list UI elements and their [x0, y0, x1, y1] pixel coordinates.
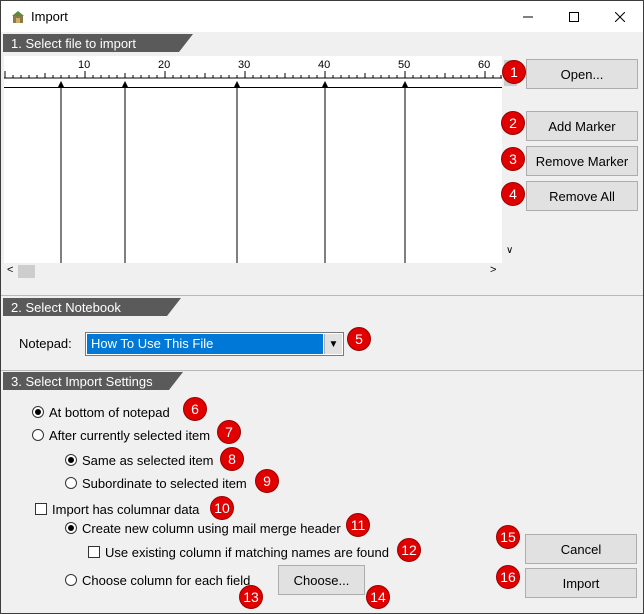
use-existing-checkbox[interactable] [88, 546, 100, 558]
maximize-button[interactable] [551, 1, 597, 32]
notepad-label: Notepad: [19, 336, 72, 351]
section-header-notebook: 2. Select Notebook [3, 298, 181, 316]
cancel-button[interactable]: Cancel [525, 534, 637, 564]
add-marker-button[interactable]: Add Marker [526, 111, 638, 141]
maximize-icon [569, 11, 579, 22]
annotation-badge-7: 7 [217, 420, 241, 444]
annotation-badge-15: 15 [496, 525, 520, 549]
ruler-label: 60 [478, 59, 490, 71]
annotation-badge-8: 8 [220, 447, 244, 471]
column-dividers [60, 88, 406, 263]
close-icon [615, 11, 625, 22]
minimize-button[interactable] [505, 1, 551, 32]
import-button[interactable]: Import [525, 568, 637, 598]
choose-button[interactable]: Choose... [278, 565, 365, 595]
column-marker[interactable] [122, 81, 128, 87]
ruler-label: 30 [238, 59, 250, 71]
close-button[interactable] [597, 1, 643, 32]
column-ruler[interactable]: 10 20 30 40 50 60 [4, 56, 502, 88]
section-header-file: 1. Select file to import [3, 34, 193, 52]
remove-all-button[interactable]: Remove All [526, 181, 638, 211]
columnar-checkbox[interactable] [35, 503, 47, 515]
annotation-badge-13: 13 [239, 585, 263, 609]
choose-column-radio[interactable] [65, 574, 77, 586]
scroll-right-icon[interactable]: > [490, 264, 496, 276]
window-title: Import [31, 9, 68, 24]
remove-marker-button[interactable]: Remove Marker [526, 146, 638, 176]
file-preview[interactable] [4, 88, 502, 263]
notepad-selected-value: How To Use This File [87, 334, 323, 354]
annotation-badge-16: 16 [496, 565, 520, 589]
same-as-label: Same as selected item [82, 453, 214, 468]
annotation-badge-4: 4 [501, 182, 525, 206]
annotation-badge-9: 9 [255, 469, 279, 493]
ruler-label: 10 [78, 59, 90, 71]
column-marker[interactable] [234, 81, 240, 87]
ruler-scale: 10 20 30 40 50 60 [4, 59, 502, 87]
annotation-badge-11: 11 [346, 513, 370, 537]
column-marker[interactable] [402, 81, 408, 87]
column-marker[interactable] [58, 81, 64, 87]
scroll-down-icon[interactable]: ∨ [506, 245, 513, 256]
import-dialog: Import 1. Select file to import 10 20 30 40… [0, 0, 644, 614]
section-header-settings: 3. Select Import Settings [3, 372, 183, 390]
horizontal-scroll-thumb[interactable] [18, 265, 35, 278]
annotation-badge-14: 14 [366, 585, 390, 609]
notepad-select[interactable]: How To Use This File ▼ [85, 332, 344, 356]
subordinate-radio[interactable] [65, 477, 77, 489]
column-marker[interactable] [322, 81, 328, 87]
annotation-badge-6: 6 [183, 397, 207, 421]
ruler-label: 20 [158, 59, 170, 71]
ruler-label: 40 [318, 59, 330, 71]
scroll-left-icon[interactable]: < [7, 264, 13, 276]
use-existing-label: Use existing column if matching names ar… [105, 545, 389, 560]
ruler-label: 50 [398, 59, 410, 71]
subordinate-label: Subordinate to selected item [82, 476, 247, 491]
columnar-label: Import has columnar data [52, 502, 200, 517]
horizontal-scrollbar[interactable]: < > [4, 263, 502, 280]
at-bottom-label: At bottom of notepad [49, 405, 170, 420]
annotation-badge-2: 2 [501, 111, 525, 135]
choose-column-label: Choose column for each field [82, 573, 251, 588]
after-selected-label: After currently selected item [49, 428, 211, 443]
same-as-radio[interactable] [65, 454, 77, 466]
create-column-radio[interactable] [65, 522, 77, 534]
annotation-badge-12: 12 [397, 538, 421, 562]
chevron-down-icon[interactable]: ▼ [324, 334, 342, 354]
after-selected-radio[interactable] [32, 429, 44, 441]
title-bar: Import [1, 1, 643, 32]
minimize-icon [523, 16, 533, 17]
section-divider [1, 295, 643, 296]
open-button[interactable]: Open... [526, 59, 638, 89]
section-divider [1, 370, 643, 371]
create-column-label: Create new column using mail merge heade… [82, 521, 341, 536]
annotation-badge-3: 3 [501, 147, 525, 171]
annotation-badge-1: 1 [502, 60, 526, 84]
annotation-badge-5: 5 [347, 327, 371, 351]
app-icon [12, 11, 24, 23]
annotation-badge-10: 10 [210, 496, 234, 520]
at-bottom-radio[interactable] [32, 406, 44, 418]
